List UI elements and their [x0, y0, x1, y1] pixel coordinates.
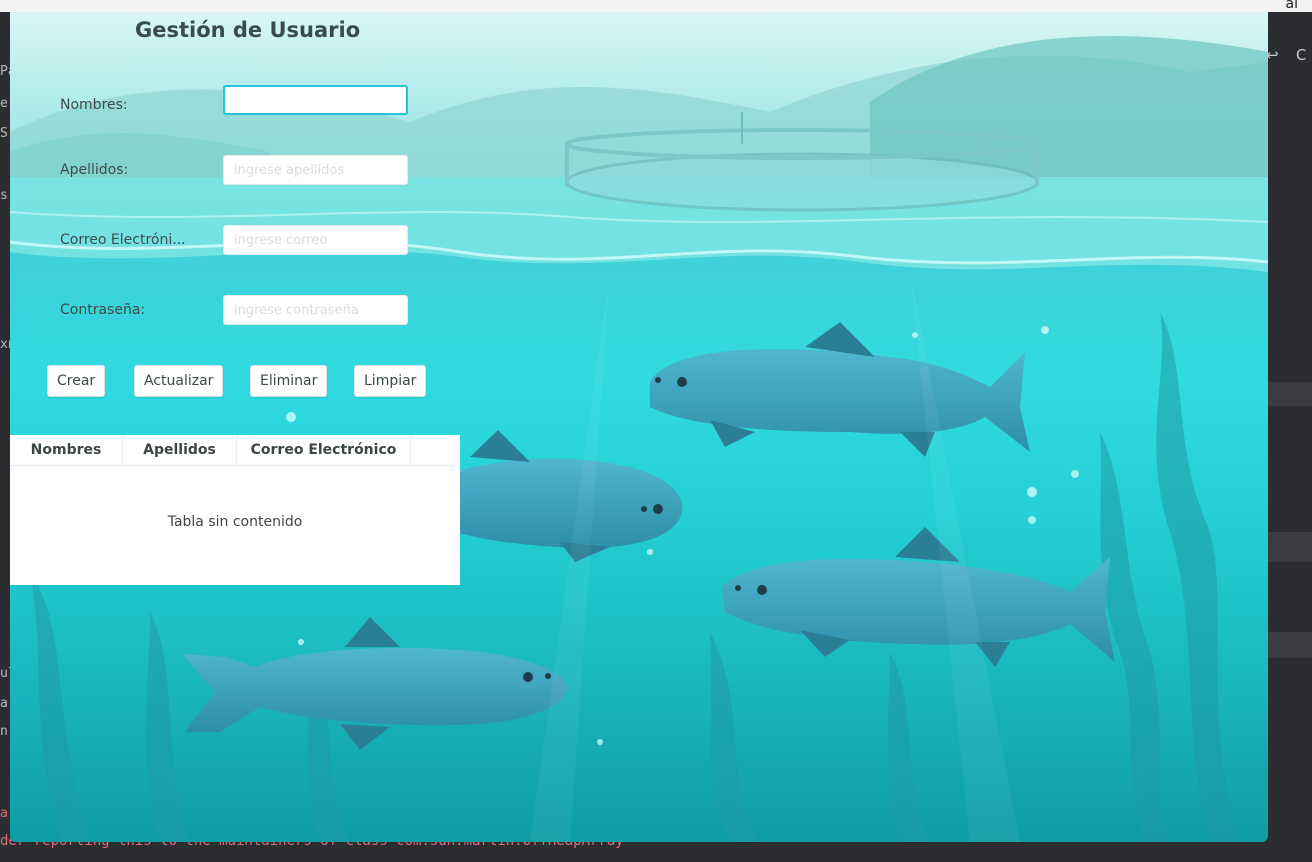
ide-left-panel: Pa er S s xn ul a n a [0, 12, 10, 862]
ide-text-fragment: xn [0, 337, 10, 352]
column-header-nombres[interactable]: Nombres [10, 435, 123, 465]
ide-right-panel: ↩ C [1266, 12, 1312, 862]
apellidos-input[interactable] [223, 155, 408, 185]
aquaculture-background-illustration [10, 12, 1268, 842]
fish-illustration [650, 322, 1030, 457]
ide-text-fragment: ul [0, 666, 10, 681]
ide-title-bar: al [0, 0, 1312, 12]
fish-illustration [430, 430, 683, 562]
ide-text-fragment: s [0, 188, 8, 203]
ide-text-fragment: Pa [0, 64, 10, 79]
ide-text-fragment: er [0, 96, 10, 111]
contrasena-label: Contraseña: [60, 302, 146, 318]
ide-window-fragment: al [1285, 0, 1298, 12]
app-window: Gestión de Usuario Nombres: Apellidos: C… [10, 12, 1268, 842]
contrasena-input[interactable] [223, 295, 408, 325]
limpiar-button[interactable]: Limpiar [354, 365, 427, 397]
correo-label: Correo Electróni... [60, 232, 186, 248]
apellidos-label: Apellidos: [60, 162, 129, 178]
actualizar-button[interactable]: Actualizar [134, 365, 224, 397]
ide-text-fragment: S [0, 126, 8, 141]
eliminar-button[interactable]: Eliminar [250, 365, 328, 397]
table-header: Nombres Apellidos Correo Electrónico [10, 435, 460, 466]
ide-text-fragment: a [0, 696, 8, 711]
crear-button[interactable]: Crear [47, 365, 106, 397]
nombres-input[interactable] [223, 85, 408, 115]
ide-text-fragment: a [0, 806, 8, 821]
ide-text-fragment: n [0, 724, 8, 739]
ide-panel-band [1268, 532, 1312, 562]
users-table[interactable]: Nombres Apellidos Correo Electrónico Tab… [10, 435, 460, 585]
nombres-label: Nombres: [60, 97, 128, 113]
ide-panel-band [1268, 632, 1312, 658]
fish-illustration [182, 617, 568, 750]
ide-panel-band [1268, 382, 1312, 406]
correo-input[interactable] [223, 225, 408, 255]
table-empty-message: Tabla sin contenido [167, 514, 303, 530]
column-header-correo[interactable]: Correo Electrónico [237, 435, 411, 465]
page-title: Gestión de Usuario [135, 18, 361, 42]
fish-illustration [722, 527, 1115, 667]
column-header-apellidos[interactable]: Apellidos [123, 435, 237, 465]
ide-text-fragment: C [1296, 46, 1307, 64]
